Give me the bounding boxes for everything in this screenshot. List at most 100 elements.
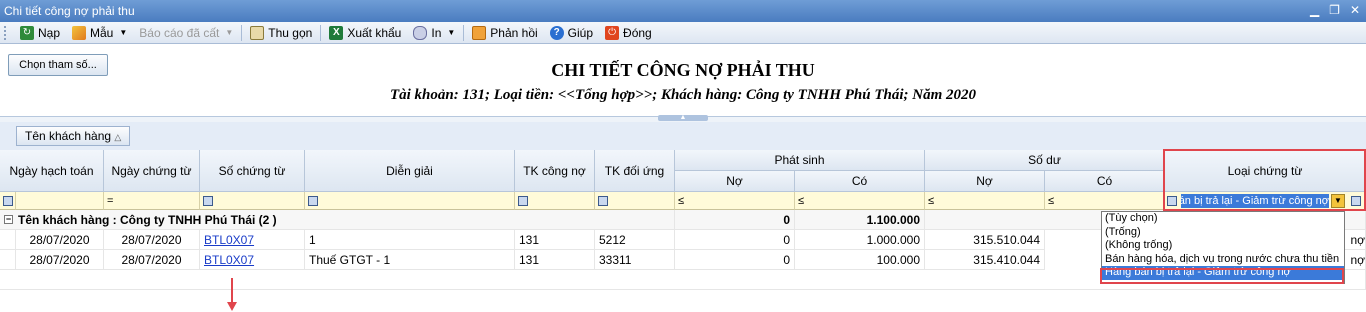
dropdown-option[interactable]: Bán hàng hóa, dịch vụ trong nước chưa th… — [1102, 253, 1344, 267]
excel-icon: X — [329, 25, 344, 40]
filter-loai-input[interactable]: Hàng bán bị trả lại - Giảm trừ công nợ — [1181, 193, 1329, 208]
col-header-sd-no[interactable]: Nợ — [925, 171, 1045, 192]
cell-ngay-hach-toan[interactable]: 28/07/2020 — [16, 250, 104, 270]
col-header-loai-chung-tu[interactable]: Loại chứng từ — [1165, 150, 1366, 192]
template-icon — [72, 25, 87, 40]
col-header-ngay-chung-tu[interactable]: Ngày chứng từ — [104, 150, 200, 192]
col-header-ngay-hach-toan[interactable]: Ngày hạch toán — [0, 150, 104, 192]
power-icon: ⏻ — [605, 25, 620, 40]
filter-operator-icon[interactable] — [308, 195, 318, 206]
template-button[interactable]: Mẫu ▼ — [66, 23, 133, 43]
filter-ngay-hach-toan[interactable] — [16, 192, 104, 210]
col-header-dien-giai[interactable]: Diễn giải — [305, 150, 515, 192]
toolbar-separator — [463, 24, 465, 41]
cell-ngay-hach-toan[interactable]: 28/07/2020 — [16, 230, 104, 250]
help-button[interactable]: ? Giúp — [544, 23, 599, 43]
cell-so-chung-tu[interactable]: BTL0X07 — [200, 250, 305, 270]
dropdown-option[interactable]: (Tùy chọn) — [1102, 212, 1344, 226]
saved-report-button[interactable]: Báo cáo đã cất ▼ — [133, 23, 239, 43]
close-button[interactable]: ⏻ Đóng — [599, 23, 658, 43]
cell-dien-giai[interactable]: 1 — [305, 230, 515, 250]
window-title: Chi tiết công nợ phải thu — [4, 4, 135, 18]
group-ps-co: 1.100.000 — [795, 210, 925, 230]
dropdown-option[interactable]: (Trống) — [1102, 226, 1344, 240]
close-label: Đóng — [623, 25, 652, 40]
filter-sd-co[interactable]: ≤ — [1045, 192, 1165, 210]
filter-ngay-chung-tu[interactable]: = — [104, 192, 200, 210]
collapse-button[interactable]: Thu gọn — [244, 23, 318, 43]
filter-operator-le[interactable]: ≤ — [928, 195, 934, 207]
cell-tk-cong-no[interactable]: 131 — [515, 250, 595, 270]
loai-chung-tu-dropdown[interactable]: (Tùy chọn) (Trống) (Không trống) Bán hàn… — [1101, 211, 1345, 284]
dropdown-option[interactable]: (Không trống) — [1102, 239, 1344, 253]
filter-tk-doi-ung[interactable] — [595, 192, 675, 210]
cell-ngay-chung-tu[interactable]: 28/07/2020 — [104, 230, 200, 250]
filter-operator-le[interactable]: ≤ — [798, 195, 804, 207]
cell-tk-doi-ung[interactable]: 33311 — [595, 250, 675, 270]
filter-operator-icon[interactable] — [203, 195, 213, 206]
filter-operator-le[interactable]: ≤ — [1048, 195, 1054, 207]
cell-ngay-chung-tu[interactable]: 28/07/2020 — [104, 250, 200, 270]
cell-tk-cong-no[interactable]: 131 — [515, 230, 595, 250]
restore-icon[interactable]: ❐ — [1329, 0, 1340, 22]
col-header-ps-no[interactable]: Nợ — [675, 171, 795, 192]
help-label: Giúp — [567, 25, 594, 40]
filter-dien-giai[interactable] — [305, 192, 515, 210]
voucher-link[interactable]: BTL0X07 — [204, 253, 254, 267]
cell-ps-no[interactable]: 0 — [675, 230, 795, 250]
col-header-sd-co[interactable]: Có — [1045, 171, 1165, 192]
group-chip-customer[interactable]: Tên khách hàng △ — [16, 126, 131, 146]
window-titlebar: Chi tiết công nợ phải thu ▁ ❐ ✕ — [0, 0, 1366, 22]
reload-label: Nạp — [38, 25, 61, 40]
dropdown-option-selected[interactable]: Hàng bán bị trả lại - Giảm trừ công nợ — [1102, 266, 1344, 280]
filter-operator-icon[interactable] — [518, 195, 528, 206]
feedback-button[interactable]: Phản hồi — [466, 23, 543, 43]
close-icon[interactable]: ✕ — [1350, 0, 1360, 22]
reload-button[interactable]: ↻ Nạp — [14, 23, 66, 43]
minimize-icon[interactable]: ▁ — [1310, 0, 1319, 22]
col-header-so-chung-tu[interactable]: Số chứng từ — [200, 150, 305, 192]
cell-loai-tail: nợ — [1345, 230, 1366, 250]
toolbar-separator — [320, 24, 322, 41]
filter-row-icon[interactable] — [0, 192, 16, 210]
expand-toggle-icon[interactable]: − — [4, 215, 13, 224]
saved-report-label: Báo cáo đã cất — [139, 25, 220, 40]
filter-operator-le[interactable]: ≤ — [678, 195, 684, 207]
cell-ps-co[interactable]: 1.000.000 — [795, 230, 925, 250]
row-indent — [0, 230, 16, 250]
print-button[interactable]: In ▼ — [407, 23, 461, 43]
group-row[interactable]: − Tên khách hàng : Công ty TNHH Phú Thái… — [0, 210, 675, 230]
col-header-ps-co[interactable]: Có — [795, 171, 925, 192]
collapse-arrow-icon[interactable]: ▲ — [658, 114, 708, 121]
cell-so-chung-tu[interactable]: BTL0X07 — [200, 230, 305, 250]
col-header-phat-sinh[interactable]: Phát sinh — [675, 150, 925, 171]
filter-operator-icon[interactable] — [598, 195, 608, 206]
reload-icon: ↻ — [20, 25, 34, 40]
cell-sd-no[interactable]: 315.410.044 — [925, 250, 1045, 270]
filter-so-chung-tu[interactable] — [200, 192, 305, 210]
cell-sd-no[interactable]: 315.510.044 — [925, 230, 1045, 250]
cell-ps-co[interactable]: 100.000 — [795, 250, 925, 270]
filter-loai-chung-tu[interactable]: Hàng bán bị trả lại - Giảm trừ công nợ ▼ — [1165, 192, 1366, 210]
toolbar-grip — [4, 25, 10, 40]
col-header-so-du[interactable]: Số dư — [925, 150, 1165, 171]
filter-sd-no[interactable]: ≤ — [925, 192, 1045, 210]
cell-dien-giai[interactable]: Thuế GTGT - 1 — [305, 250, 515, 270]
col-header-tk-cong-no[interactable]: TK công nợ — [515, 150, 595, 192]
cell-tk-doi-ung[interactable]: 5212 — [595, 230, 675, 250]
dropdown-toggle-button[interactable]: ▼ — [1331, 193, 1345, 208]
cell-ps-no[interactable]: 0 — [675, 250, 795, 270]
filter-clear-icon[interactable] — [1351, 195, 1361, 206]
filter-operator-equals[interactable]: = — [107, 195, 113, 207]
filter-tk-cong-no[interactable] — [515, 192, 595, 210]
help-icon: ? — [549, 25, 564, 40]
filter-operator-icon[interactable] — [1167, 195, 1177, 206]
filter-ps-co[interactable]: ≤ — [795, 192, 925, 210]
filter-ps-no[interactable]: ≤ — [675, 192, 795, 210]
col-header-tk-doi-ung[interactable]: TK đối ứng — [595, 150, 675, 192]
group-by-panel: Tên khách hàng △ — [0, 122, 1366, 150]
voucher-link[interactable]: BTL0X07 — [204, 233, 254, 247]
export-button[interactable]: X Xuất khẩu — [323, 23, 407, 43]
group-chip-label: Tên khách hàng — [25, 129, 112, 143]
export-label: Xuất khẩu — [347, 25, 402, 40]
